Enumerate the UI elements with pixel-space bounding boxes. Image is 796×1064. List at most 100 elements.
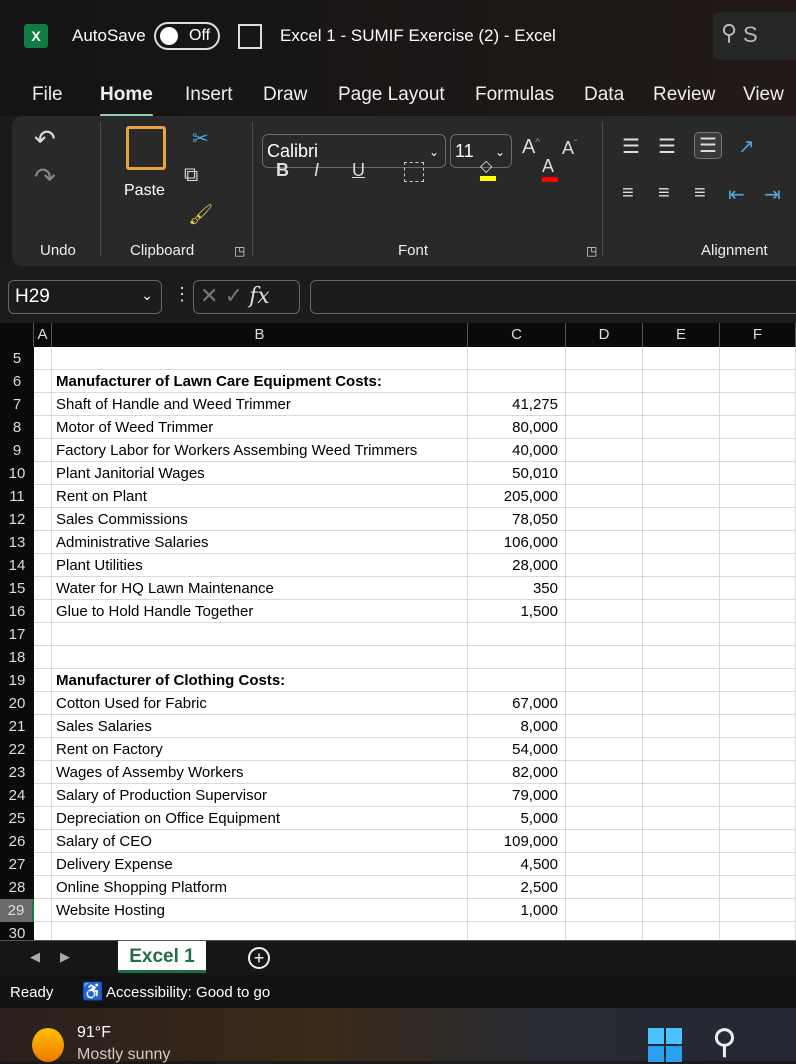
cell-b[interactable]: Glue to Hold Handle Together xyxy=(52,600,468,623)
tab-home[interactable]: Home xyxy=(100,84,153,117)
tab-page-layout[interactable]: Page Layout xyxy=(338,84,445,106)
decrease-indent-icon[interactable]: ⇤ xyxy=(728,182,745,207)
fill-color-icon[interactable]: ◇ xyxy=(480,156,496,181)
cell-e[interactable] xyxy=(643,922,720,940)
row-header[interactable]: 23 xyxy=(0,761,34,784)
cell-b[interactable]: Manufacturer of Lawn Care Equipment Cost… xyxy=(52,370,468,393)
cell-f[interactable] xyxy=(720,830,796,853)
cell-c[interactable]: 5,000 xyxy=(468,807,566,830)
cell-c[interactable] xyxy=(468,370,566,393)
cell-b[interactable] xyxy=(52,623,468,646)
cell-e[interactable] xyxy=(643,393,720,416)
name-box[interactable]: H29 ⌄ xyxy=(8,280,162,314)
search-icon[interactable]: ⚲ xyxy=(712,1022,737,1062)
column-header-b[interactable]: B xyxy=(52,323,468,347)
cell-d[interactable] xyxy=(566,738,643,761)
row-header[interactable]: 6 xyxy=(0,370,34,393)
cell-c[interactable]: 8,000 xyxy=(468,715,566,738)
cell-d[interactable] xyxy=(566,715,643,738)
cell-f[interactable] xyxy=(720,485,796,508)
cell-c[interactable]: 1,000 xyxy=(468,899,566,922)
cell-d[interactable] xyxy=(566,853,643,876)
cell-e[interactable] xyxy=(643,692,720,715)
cell-f[interactable] xyxy=(720,508,796,531)
align-right-icon[interactable]: ≡ xyxy=(694,182,706,205)
save-icon[interactable] xyxy=(238,24,262,49)
cell-f[interactable] xyxy=(720,807,796,830)
cell-b[interactable] xyxy=(52,922,468,940)
increase-indent-icon[interactable]: ⇥ xyxy=(764,182,781,207)
cell-c[interactable] xyxy=(468,922,566,940)
accessibility-status[interactable]: Accessibility: Good to go xyxy=(106,984,270,1001)
cell-a[interactable] xyxy=(34,761,52,784)
cell-d[interactable] xyxy=(566,439,643,462)
cell-d[interactable] xyxy=(566,692,643,715)
cell-b[interactable]: Shaft of Handle and Weed Trimmer xyxy=(52,393,468,416)
cell-c[interactable]: 106,000 xyxy=(468,531,566,554)
cell-f[interactable] xyxy=(720,531,796,554)
row-header[interactable]: 5 xyxy=(0,347,34,370)
row-header[interactable]: 15 xyxy=(0,577,34,600)
cell-e[interactable] xyxy=(643,508,720,531)
row-header[interactable]: 9 xyxy=(0,439,34,462)
cell-b[interactable]: Manufacturer of Clothing Costs: xyxy=(52,669,468,692)
cell-a[interactable] xyxy=(34,485,52,508)
redo-icon[interactable]: ↷ xyxy=(34,162,56,193)
cell-f[interactable] xyxy=(720,416,796,439)
font-color-icon[interactable]: A xyxy=(542,156,558,182)
cell-e[interactable] xyxy=(643,715,720,738)
cell-c[interactable]: 78,050 xyxy=(468,508,566,531)
cell-f[interactable] xyxy=(720,623,796,646)
cell-b[interactable]: Wages of Assemby Workers xyxy=(52,761,468,784)
cell-e[interactable] xyxy=(643,853,720,876)
tab-formulas[interactable]: Formulas xyxy=(475,84,554,106)
orientation-icon[interactable]: ↗ xyxy=(738,134,755,159)
cell-b[interactable]: Website Hosting xyxy=(52,899,468,922)
cell-c[interactable]: 54,000 xyxy=(468,738,566,761)
cell-d[interactable] xyxy=(566,508,643,531)
cell-f[interactable] xyxy=(720,462,796,485)
cell-d[interactable] xyxy=(566,554,643,577)
insert-function-button[interactable]: fx xyxy=(249,284,270,309)
row-header[interactable]: 11 xyxy=(0,485,34,508)
cell-a[interactable] xyxy=(34,623,52,646)
cell-c[interactable]: 40,000 xyxy=(468,439,566,462)
cell-a[interactable] xyxy=(34,669,52,692)
row-header[interactable]: 28 xyxy=(0,876,34,899)
cell-f[interactable] xyxy=(720,600,796,623)
cell-e[interactable] xyxy=(643,899,720,922)
cell-d[interactable] xyxy=(566,600,643,623)
row-header[interactable]: 18 xyxy=(0,646,34,669)
cell-c[interactable] xyxy=(468,347,566,370)
cell-c[interactable]: 50,010 xyxy=(468,462,566,485)
align-bottom-icon[interactable]: ☰ xyxy=(694,132,722,159)
tab-file[interactable]: File xyxy=(32,84,63,106)
cell-e[interactable] xyxy=(643,600,720,623)
undo-icon[interactable]: ↶ xyxy=(34,124,56,155)
cell-b[interactable]: Cotton Used for Fabric xyxy=(52,692,468,715)
row-header[interactable]: 26 xyxy=(0,830,34,853)
cell-b[interactable] xyxy=(52,646,468,669)
cell-b[interactable]: Rent on Factory xyxy=(52,738,468,761)
decrease-font-icon[interactable]: Aˇ xyxy=(562,138,577,159)
paste-button[interactable]: Paste xyxy=(124,182,165,200)
column-header-a[interactable]: A xyxy=(34,323,52,347)
cell-c[interactable]: 67,000 xyxy=(468,692,566,715)
row-header[interactable]: 10 xyxy=(0,462,34,485)
cell-f[interactable] xyxy=(720,899,796,922)
bold-button[interactable]: B xyxy=(276,160,289,181)
cell-f[interactable] xyxy=(720,370,796,393)
cell-f[interactable] xyxy=(720,393,796,416)
cell-d[interactable] xyxy=(566,462,643,485)
column-header-f[interactable]: F xyxy=(720,323,796,347)
cell-b[interactable]: Administrative Salaries xyxy=(52,531,468,554)
row-header[interactable]: 22 xyxy=(0,738,34,761)
row-header[interactable]: 17 xyxy=(0,623,34,646)
underline-button[interactable]: U xyxy=(352,160,365,181)
align-left-icon[interactable]: ≡ xyxy=(622,182,634,205)
paste-icon[interactable] xyxy=(126,126,166,170)
cell-b[interactable]: Plant Utilities xyxy=(52,554,468,577)
cell-e[interactable] xyxy=(643,577,720,600)
cell-b[interactable]: Sales Salaries xyxy=(52,715,468,738)
cell-e[interactable] xyxy=(643,761,720,784)
